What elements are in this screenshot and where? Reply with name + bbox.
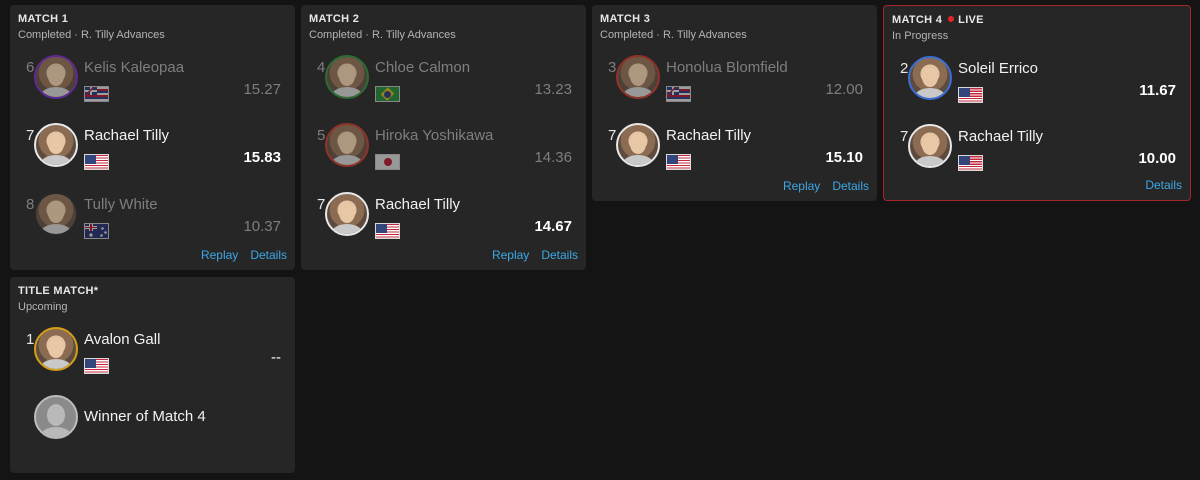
japan-flag-icon [375,154,400,170]
seed-number: 2 [900,60,909,77]
placeholder-avatar-icon [34,395,78,439]
match-links: Replay Details [771,179,869,193]
athlete-name: Honolua Blomfield [666,59,788,76]
athlete-score: -- [271,349,281,366]
athlete-row[interactable]: 8 Tully White 10.37 [10,192,295,240]
athlete-row[interactable]: 7 Rachael Tilly 15.10 [592,123,877,171]
athlete-score: 14.67 [534,218,572,235]
athlete-score: 14.36 [534,149,572,166]
replay-link[interactable]: Replay [783,179,820,193]
seed-number: 8 [26,196,35,213]
title-match-card: TITLE MATCH* Upcoming 1 Avalon Gall -- W… [10,277,295,473]
athlete-score: 13.23 [534,81,572,98]
usa-flag-icon [958,87,983,103]
athlete-avatar [908,56,952,100]
athlete-name: Rachael Tilly [958,128,1044,145]
athlete-row[interactable]: 2 Soleil Errico 11.67 [884,56,1190,104]
match-links: Replay Details [189,248,287,262]
match-title: MATCH 1 [18,13,69,25]
athlete-name: Kelis Kaleopaa [84,59,185,76]
athlete-avatar [34,192,78,236]
match-card-2: MATCH 2 Completed · R. Tilly Advances 4 … [301,5,586,270]
match-title: TITLE MATCH* [18,285,99,297]
athlete-avatar [34,327,78,371]
match-status: In Progress [892,30,949,42]
athlete-row-placeholder[interactable]: Winner of Match 4 [10,395,295,443]
athlete-row[interactable]: 3 Honolua Blomfield 12.00 [592,55,877,103]
match-card-4: MATCH 4 LIVE In Progress 2 Soleil Errico … [883,5,1191,201]
details-link[interactable]: Details [250,248,287,262]
match-status: Upcoming [18,301,68,313]
athlete-name: Tully White [84,196,158,213]
seed-number: 7 [317,196,326,213]
athlete-score: 10.00 [1138,150,1176,167]
replay-link[interactable]: Replay [492,248,529,262]
match-status: Completed · R. Tilly Advances [18,29,165,41]
athlete-row[interactable]: 4 Chloe Calmon 13.23 [301,55,586,103]
athlete-name: Chloe Calmon [375,59,471,76]
match-title: MATCH 3 [600,13,651,25]
usa-flag-icon [375,223,400,239]
athlete-avatar [325,192,369,236]
athlete-row[interactable]: 7 Rachael Tilly 14.67 [301,192,586,240]
athlete-row[interactable]: 6 Kelis Kaleopaa 15.27 [10,55,295,103]
athlete-avatar [325,55,369,99]
athlete-score: 15.10 [825,149,863,166]
athlete-score: 12.00 [825,81,863,98]
hawaii-flag-icon [666,86,691,102]
athlete-avatar [34,123,78,167]
live-label: LIVE [958,14,984,26]
athlete-row[interactable]: 1 Avalon Gall -- [10,327,295,375]
seed-number: 7 [900,128,909,145]
athlete-name: Rachael Tilly [84,127,170,144]
athlete-avatar [616,123,660,167]
match-title: MATCH 2 [309,13,360,25]
athlete-name: Rachael Tilly [666,127,752,144]
hawaii-flag-icon [84,86,109,102]
athlete-row[interactable]: 5 Hiroka Yoshikawa 14.36 [301,123,586,171]
athlete-score: 15.83 [243,149,281,166]
athlete-name: Rachael Tilly [375,196,461,213]
athlete-avatar [908,124,952,168]
athlete-score: 15.27 [243,81,281,98]
usa-flag-icon [666,154,691,170]
athlete-row[interactable]: 7 Rachael Tilly 15.83 [10,123,295,171]
athlete-avatar [34,55,78,99]
seed-number: 7 [608,127,617,144]
athlete-avatar [325,123,369,167]
match-title: MATCH 4 LIVE [892,14,984,26]
details-link[interactable]: Details [1145,178,1182,192]
live-dot-icon [948,16,955,22]
seed-number: 3 [608,59,617,76]
match-links: Details [1133,178,1182,192]
usa-flag-icon [84,358,109,374]
replay-link[interactable]: Replay [201,248,238,262]
match-card-1: MATCH 1 Completed · R. Tilly Advances 6 … [10,5,295,270]
match-card-3: MATCH 3 Completed · R. Tilly Advances 3 … [592,5,877,201]
match-title-text: MATCH 4 [892,14,943,26]
details-link[interactable]: Details [541,248,578,262]
usa-flag-icon [958,155,983,171]
athlete-row[interactable]: 7 Rachael Tilly 10.00 [884,124,1190,172]
usa-flag-icon [84,154,109,170]
match-status: Completed · R. Tilly Advances [309,29,456,41]
athlete-score: 10.37 [243,218,281,235]
details-link[interactable]: Details [832,179,869,193]
seed-number: 7 [26,127,35,144]
athlete-name: Winner of Match 4 [84,408,206,425]
athlete-name: Avalon Gall [84,331,161,348]
athlete-name: Hiroka Yoshikawa [375,127,494,144]
match-status: Completed · R. Tilly Advances [600,29,747,41]
brazil-flag-icon [375,86,400,102]
seed-number: 4 [317,59,326,76]
seed-number: 1 [26,331,35,348]
athlete-score: 11.67 [1139,82,1176,99]
athlete-name: Soleil Errico [958,60,1039,77]
seed-number: 5 [317,127,326,144]
seed-number: 6 [26,59,35,76]
athlete-avatar [616,55,660,99]
match-links: Replay Details [480,248,578,262]
australia-flag-icon [84,223,109,239]
